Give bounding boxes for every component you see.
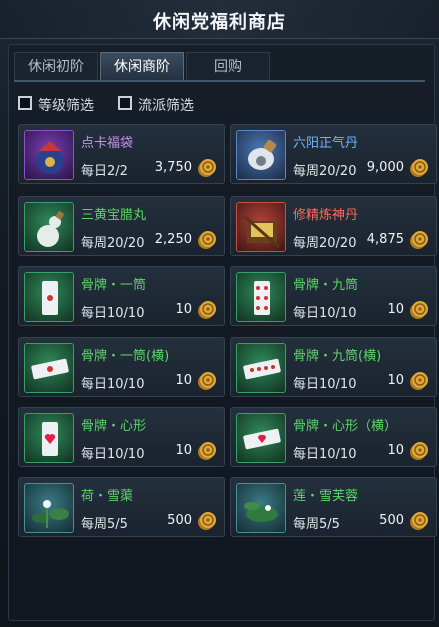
item-name: 修精炼神丹: [293, 208, 359, 223]
item-card[interactable]: 骨牌・心形（横） 每日10/10 10: [230, 407, 437, 467]
item-price: 10: [175, 373, 192, 388]
item-purchase-limit: 每日10/10: [81, 377, 145, 392]
domino-one-icon[interactable]: [24, 272, 74, 322]
item-price: 10: [175, 443, 192, 458]
item-name: 骨牌・心形（横）: [293, 419, 398, 434]
item-price: 10: [387, 373, 404, 388]
tab-advanced[interactable]: 休闲商阶: [100, 52, 184, 81]
item-name: 六阳正气丹: [293, 136, 359, 151]
item-name: 荷・雪蕖: [81, 489, 134, 504]
item-name: 三黄宝腊丸: [81, 208, 147, 223]
window-title: 休闲党福利商店: [153, 12, 286, 33]
item-purchase-limit: 每日10/10: [81, 306, 145, 321]
domino-heart-icon[interactable]: [24, 413, 74, 463]
item-name: 骨牌・心形: [81, 419, 147, 434]
item-purchase-limit: 每周20/20: [81, 236, 145, 251]
coin-icon: [408, 299, 430, 321]
lucky-bag-icon[interactable]: [24, 130, 74, 180]
item-card[interactable]: 骨牌・一筒每日10/10 10: [18, 266, 225, 326]
domino-heart-horizontal-icon[interactable]: [236, 413, 286, 463]
coin-icon: [408, 157, 430, 179]
coin-icon: [196, 510, 218, 532]
item-card[interactable]: 六阳正气丹每周20/20 9,000: [230, 124, 437, 184]
item-card[interactable]: 莲・雪芙蓉每周5/5 500: [230, 477, 437, 537]
school-filter-label: 流派筛选: [138, 98, 194, 114]
item-card[interactable]: 三黄宝腊丸每周20/20 2,250: [18, 196, 225, 256]
coin-icon: [408, 440, 430, 462]
coin-icon: [408, 370, 430, 392]
item-name: 莲・雪芙蓉: [293, 489, 359, 504]
tab-buyback[interactable]: 回购: [186, 52, 270, 81]
item-price: 10: [387, 443, 404, 458]
domino-nine-horizontal-icon[interactable]: [236, 343, 286, 393]
item-purchase-limit: 每日10/10: [81, 447, 145, 462]
shop-window: 休闲党福利商店 休闲初阶 休闲商阶 回购 等级筛选 流派筛选 点卡福袋每日2/2…: [0, 0, 439, 627]
item-purchase-limit: 每日10/10: [293, 306, 357, 321]
item-name: 骨牌・一筒(横): [81, 349, 170, 364]
item-purchase-limit: 每周20/20: [293, 236, 357, 251]
coin-icon: [196, 299, 218, 321]
item-price: 4,875: [366, 232, 404, 247]
tab-underline: [14, 80, 425, 82]
school-filter-checkbox[interactable]: [118, 96, 132, 110]
gourd-bottle-icon[interactable]: [24, 202, 74, 252]
coin-icon: [196, 370, 218, 392]
item-purchase-limit: 每周5/5: [81, 517, 128, 532]
item-price: 500: [379, 513, 404, 528]
coin-icon: [408, 229, 430, 251]
item-card[interactable]: 修精炼神丹每周20/20 4,875: [230, 196, 437, 256]
item-card[interactable]: 骨牌・心形每日10/10 10: [18, 407, 225, 467]
item-purchase-limit: 每周20/20: [293, 164, 357, 179]
level-filter[interactable]: 等级筛选: [18, 96, 118, 114]
item-purchase-limit: 每日10/10: [293, 447, 357, 462]
item-price: 10: [387, 302, 404, 317]
coin-icon: [196, 229, 218, 251]
school-filter[interactable]: 流派筛选: [118, 96, 218, 114]
item-card[interactable]: 荷・雪蕖每周5/5 500: [18, 477, 225, 537]
lotus-icon[interactable]: [24, 483, 74, 533]
item-card[interactable]: 骨牌・一筒(横) 每日10/10 10: [18, 337, 225, 397]
item-price: 3,750: [154, 160, 192, 175]
item-purchase-limit: 每日10/10: [293, 377, 357, 392]
item-price: 10: [175, 302, 192, 317]
pill-bottle-icon[interactable]: [236, 130, 286, 180]
item-card[interactable]: 骨牌・九筒每日10/10 10: [230, 266, 437, 326]
item-name: 骨牌・九筒: [293, 278, 359, 293]
item-price: 500: [167, 513, 192, 528]
item-price: 9,000: [366, 160, 404, 175]
item-purchase-limit: 每日2/2: [81, 164, 128, 179]
item-name: 骨牌・一筒: [81, 278, 147, 293]
item-purchase-limit: 每周5/5: [293, 517, 340, 532]
level-filter-checkbox[interactable]: [18, 96, 32, 110]
item-name: 骨牌・九筒(横): [293, 349, 382, 364]
level-filter-label: 等级筛选: [38, 98, 94, 114]
item-card[interactable]: 点卡福袋每日2/2 3,750: [18, 124, 225, 184]
tab-beginner[interactable]: 休闲初阶: [14, 52, 98, 81]
item-card[interactable]: 骨牌・九筒(横) 每日10/10 10: [230, 337, 437, 397]
coin-icon: [408, 510, 430, 532]
title-bar: 休闲党福利商店: [0, 0, 439, 39]
coin-icon: [196, 440, 218, 462]
domino-nine-icon[interactable]: [236, 272, 286, 322]
item-price: 2,250: [154, 232, 192, 247]
coin-icon: [196, 157, 218, 179]
treasure-box-icon[interactable]: [236, 202, 286, 252]
lotus-leaf-icon[interactable]: [236, 483, 286, 533]
domino-one-horizontal-icon[interactable]: [24, 343, 74, 393]
item-name: 点卡福袋: [81, 136, 134, 151]
